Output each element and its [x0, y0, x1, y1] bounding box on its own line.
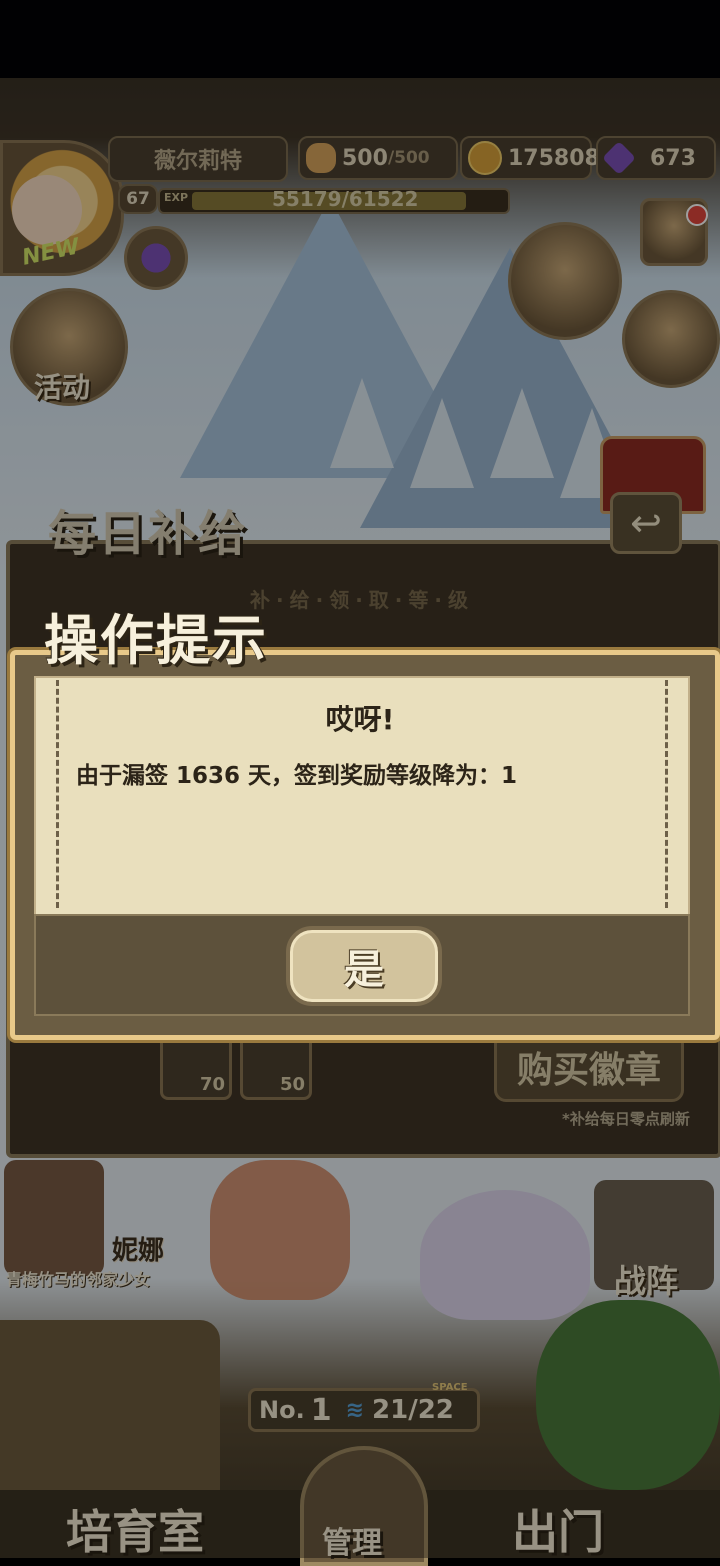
modal-title: 操作提示: [44, 609, 268, 672]
confirm-yes-button[interactable]: 是: [286, 926, 442, 1006]
modal-message: 由于漏签 1636 天，签到奖励等级降为：1: [76, 763, 518, 789]
modal-heading: 哎呀!: [325, 703, 395, 736]
